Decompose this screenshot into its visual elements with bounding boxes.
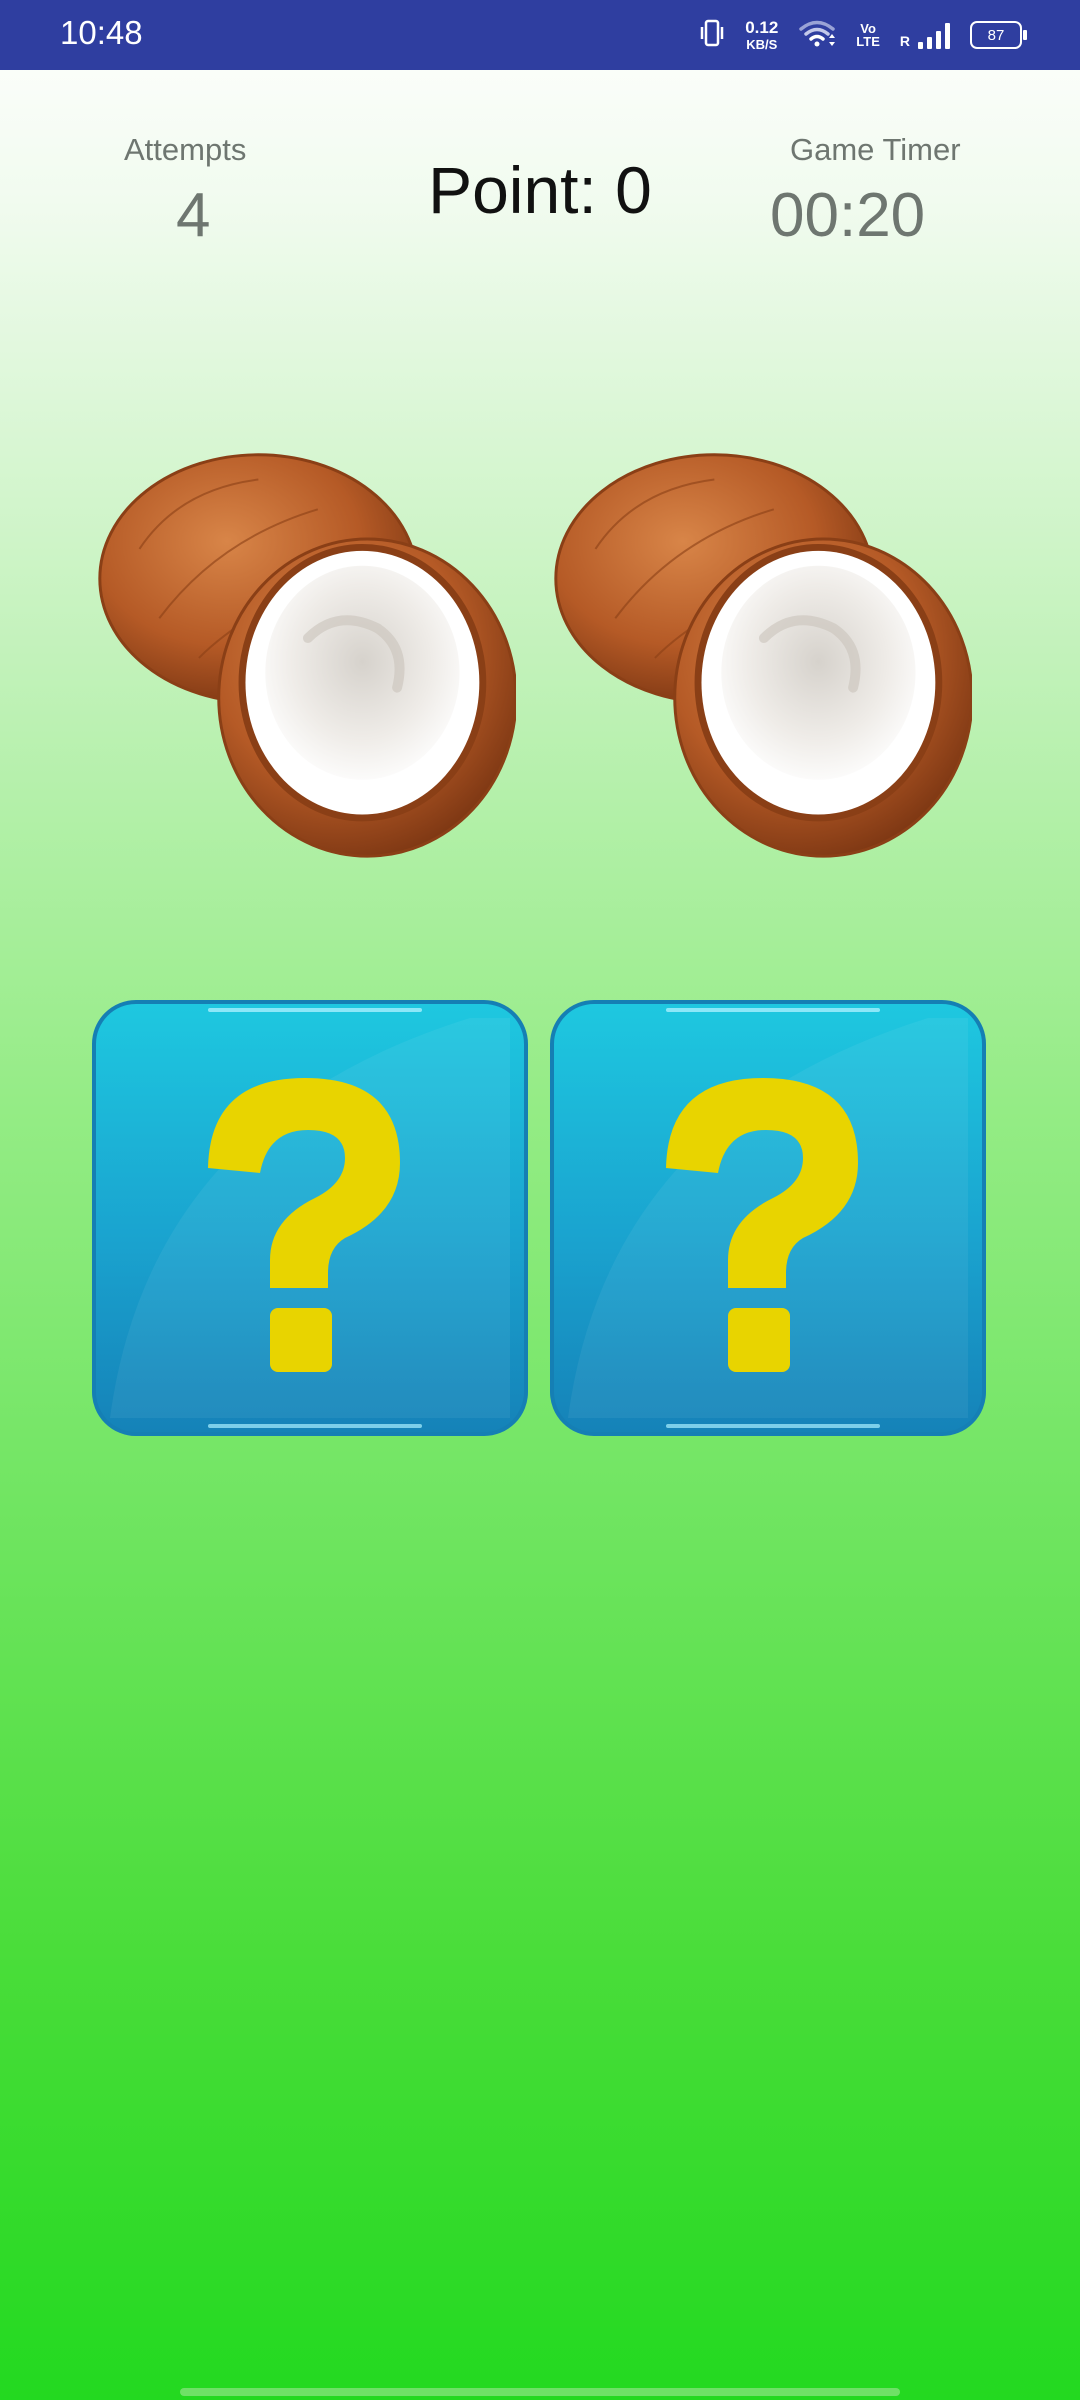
question-mark-card	[550, 1000, 986, 1436]
question-mark-card	[92, 1000, 528, 1436]
signal-icon: R	[900, 21, 950, 49]
memory-card-revealed[interactable]	[80, 430, 516, 866]
net-speed-indicator: 0.12 KB/S	[745, 19, 778, 51]
memory-card-hidden[interactable]	[548, 998, 988, 1438]
signal-bar	[945, 23, 950, 49]
battery-level: 87	[987, 26, 1005, 44]
memory-card-hidden[interactable]	[90, 998, 530, 1438]
wifi-icon	[798, 18, 836, 53]
volte-bottom: LTE	[856, 34, 880, 49]
battery-icon: 87	[970, 21, 1027, 49]
net-speed-unit: KB/S	[746, 37, 778, 52]
status-time: 10:48	[60, 14, 143, 51]
memory-card-revealed[interactable]	[536, 430, 972, 866]
coconut-image	[98, 453, 516, 858]
roaming-indicator: R	[899, 33, 910, 49]
game-timer-label: Game Timer	[790, 132, 961, 167]
game-timer-value: 00:20	[770, 181, 926, 250]
status-bar: 10:48 0.12 KB/S Vo LTE R 87	[0, 0, 1080, 70]
vibrate-icon	[699, 18, 725, 53]
signal-bar	[918, 42, 923, 49]
volte-indicator: Vo LTE	[856, 22, 880, 48]
coconut-image	[554, 453, 972, 858]
net-speed-value: 0.12	[745, 18, 779, 37]
signal-bar	[927, 37, 932, 49]
status-icons: 0.12 KB/S Vo LTE R 87	[699, 14, 1027, 56]
signal-bar	[936, 31, 941, 49]
gesture-nav-bar[interactable]	[180, 2388, 900, 2396]
